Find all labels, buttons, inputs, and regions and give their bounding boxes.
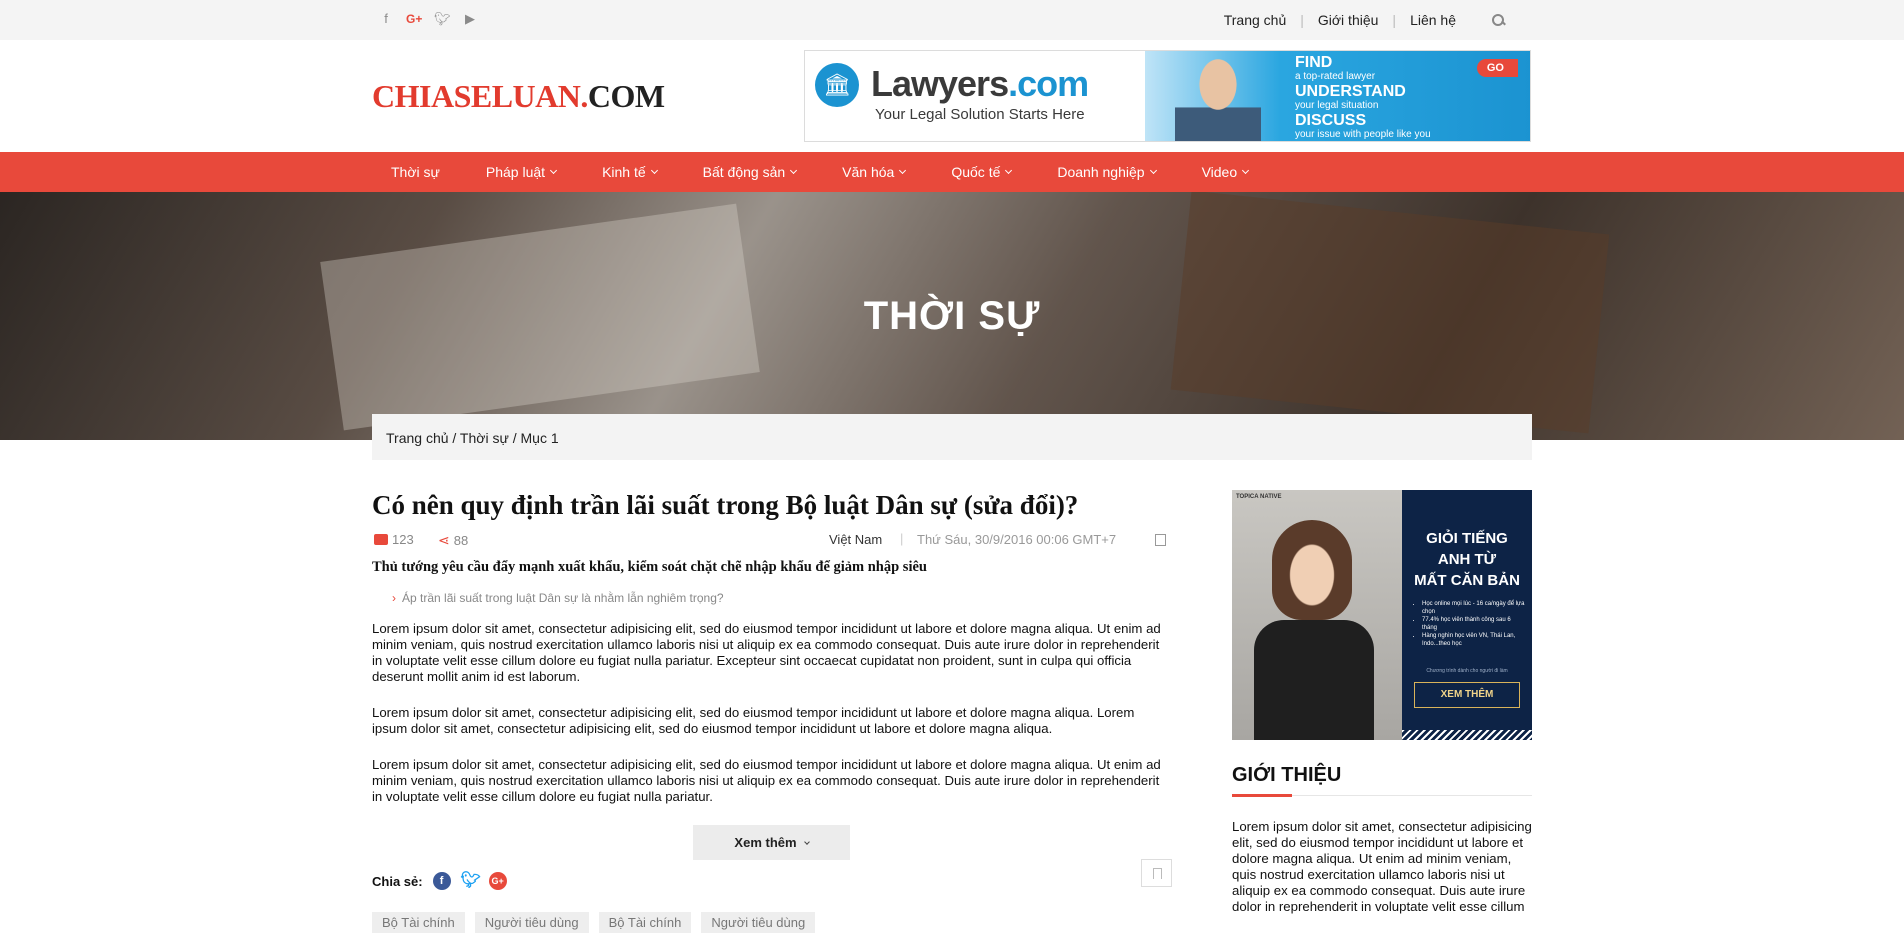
nav-item-7[interactable]: Video xyxy=(1201,164,1250,180)
banner-go-button[interactable]: GO xyxy=(1476,59,1518,77)
read-more-button[interactable]: Xem thêm xyxy=(693,825,850,860)
article-meta: 123 ⋖ 88 Việt Nam | Thứ Sáu, 30/9/2016 00… xyxy=(372,531,1172,552)
pillar-icon: 🏛︎ xyxy=(815,63,859,107)
article-paragraph: Lorem ipsum dolor sit amet, consectetur … xyxy=(372,757,1161,804)
banner-tagline: Your Legal Solution Starts Here xyxy=(875,106,1085,123)
banner-copy: FIND a top-rated lawyer UNDERSTAND your … xyxy=(1295,54,1431,140)
tag-list: Bộ Tài chính Người tiêu dùng Bộ Tài chín… xyxy=(372,912,816,933)
share-label: Chia sẻ: xyxy=(372,873,423,889)
ad-headline: GIỎI TIẾNG ANH TỪ MẤT CĂN BẢN xyxy=(1414,530,1520,589)
chevron-down-icon xyxy=(650,166,658,175)
article-paragraph: Lorem ipsum dolor sit amet, consectetur … xyxy=(372,705,1135,736)
nav-item-6[interactable]: Doanh nghiệp xyxy=(1057,164,1157,180)
chevron-down-icon xyxy=(1149,166,1157,175)
search-icon[interactable] xyxy=(1490,12,1506,28)
ad-note: Chương trình dành cho người đi làm xyxy=(1426,668,1508,674)
share-icon: ⋖ xyxy=(438,532,450,548)
category-title: THỜI SỰ xyxy=(863,294,1041,338)
tag[interactable]: Bộ Tài chính xyxy=(598,912,692,933)
chevron-down-icon xyxy=(550,166,558,175)
chevron-down-icon xyxy=(899,166,907,175)
nav-item-3[interactable]: Bất động sản xyxy=(702,164,798,180)
article-lead: Thủ tướng yêu cầu đẩy mạnh xuất khẩu, ki… xyxy=(372,559,927,575)
google-plus-icon[interactable]: G+ xyxy=(488,872,507,890)
nav-item-label: Văn hóa xyxy=(842,164,895,180)
nav-item-label: Doanh nghiệp xyxy=(1057,164,1145,180)
nav-item-1[interactable]: Pháp luật xyxy=(485,164,558,180)
divider xyxy=(1232,794,1532,797)
nav-item-label: Pháp luật xyxy=(485,164,546,180)
breadcrumb[interactable]: Trang chủ / Thời sự / Mục 1 xyxy=(372,414,1532,460)
banner-brand: Lawyers.com xyxy=(871,63,1089,104)
sidebar-ad[interactable]: TOPICA NATIVE GIỎI TIẾNG ANH TỪ MẤT CĂN … xyxy=(1232,490,1532,740)
print-icon[interactable] xyxy=(1155,534,1166,546)
social-links: f G+ 🐦︎ ▶ xyxy=(378,11,478,27)
chevron-down-icon xyxy=(790,166,798,175)
logo-main: CHIASELUAN xyxy=(372,78,581,114)
chevron-down-icon xyxy=(803,839,810,845)
nav-item-0[interactable]: Thời sự xyxy=(391,164,440,180)
share-bar: Chia sẻ: f 🐦︎ G+ xyxy=(372,872,507,890)
header-banner-ad[interactable]: 🏛︎ Lawyers.com Your Legal Solution Start… xyxy=(804,50,1531,142)
ad-brand: TOPICA NATIVE xyxy=(1236,494,1282,500)
banner-person-image xyxy=(1175,53,1261,141)
google-plus-icon[interactable]: G+ xyxy=(406,11,422,27)
related-link[interactable]: › Áp trần lãi suất trong luật Dân sự là n… xyxy=(392,591,724,605)
top-link-contact[interactable]: Liên hệ xyxy=(1410,12,1456,28)
comment-count[interactable]: 123 xyxy=(374,532,414,547)
nav-item-label: Kinh tế xyxy=(602,164,646,180)
top-link-home[interactable]: Trang chủ xyxy=(1224,12,1287,28)
nav-item-label: Thời sự xyxy=(391,164,440,180)
twitter-icon[interactable]: 🐦︎ xyxy=(434,11,451,27)
article-date: Thứ Sáu, 30/9/2016 00:06 GMT+7 xyxy=(917,532,1117,547)
ad-bullets: Học online mọi lúc - 16 ca/ngày để lựa c… xyxy=(1416,600,1526,648)
separator: | xyxy=(1300,12,1304,28)
chevron-down-icon xyxy=(1005,166,1013,175)
main-nav: Thời sự Pháp luật Kinh tế Bất động sản Văn h… xyxy=(0,152,1904,192)
about-text: Lorem ipsum dolor sit amet, consectetur … xyxy=(1232,819,1532,914)
category-hero: THỜI SỰ xyxy=(0,192,1904,440)
tag[interactable]: Người tiêu dùng xyxy=(474,912,589,933)
twitter-icon[interactable]: 🐦︎ xyxy=(461,872,481,890)
separator: | xyxy=(1392,12,1397,28)
nav-item-4[interactable]: Văn hóa xyxy=(842,164,907,180)
about-title: GIỚI THIỆU xyxy=(1232,764,1342,786)
comment-icon xyxy=(374,534,388,545)
tag[interactable]: Người tiêu dùng xyxy=(701,912,816,933)
facebook-icon[interactable]: f xyxy=(432,872,451,890)
article-region[interactable]: Việt Nam xyxy=(829,532,882,547)
nav-item-label: Quốc tế xyxy=(951,164,1001,180)
top-links: Trang chủ | Giới thiệu | Liên hệ xyxy=(1224,12,1506,28)
top-link-about[interactable]: Giới thiệu xyxy=(1318,12,1379,28)
nav-item-5[interactable]: Quốc tế xyxy=(951,164,1013,180)
nav-item-label: Bất động sản xyxy=(702,164,786,180)
ad-photo: TOPICA NATIVE xyxy=(1232,490,1402,740)
separator: | xyxy=(900,531,904,546)
facebook-icon[interactable]: f xyxy=(378,11,394,27)
top-bar: f G+ 🐦︎ ▶ Trang chủ | Giới thiệu | Liên … xyxy=(0,0,1904,40)
bookmark-icon[interactable] xyxy=(1141,859,1172,887)
chevron-right-icon: › xyxy=(392,591,396,605)
ad-cta-button[interactable]: XEM THÊM xyxy=(1414,682,1520,708)
chevron-down-icon xyxy=(1242,166,1250,175)
ad-stripe xyxy=(1402,730,1532,740)
nav-item-label: Video xyxy=(1201,164,1238,180)
nav-item-2[interactable]: Kinh tế xyxy=(602,164,658,180)
site-logo[interactable]: CHIASELUAN.COM xyxy=(372,78,665,115)
article-paragraph: Lorem ipsum dolor sit amet, consectetur … xyxy=(372,621,1161,684)
youtube-icon[interactable]: ▶ xyxy=(462,11,478,27)
share-count[interactable]: ⋖ 88 xyxy=(438,532,468,549)
tag[interactable]: Bộ Tài chính xyxy=(372,912,465,933)
logo-tld: COM xyxy=(587,78,665,114)
article-title: Có nên quy định trần lãi suất trong Bộ l… xyxy=(372,490,1079,520)
